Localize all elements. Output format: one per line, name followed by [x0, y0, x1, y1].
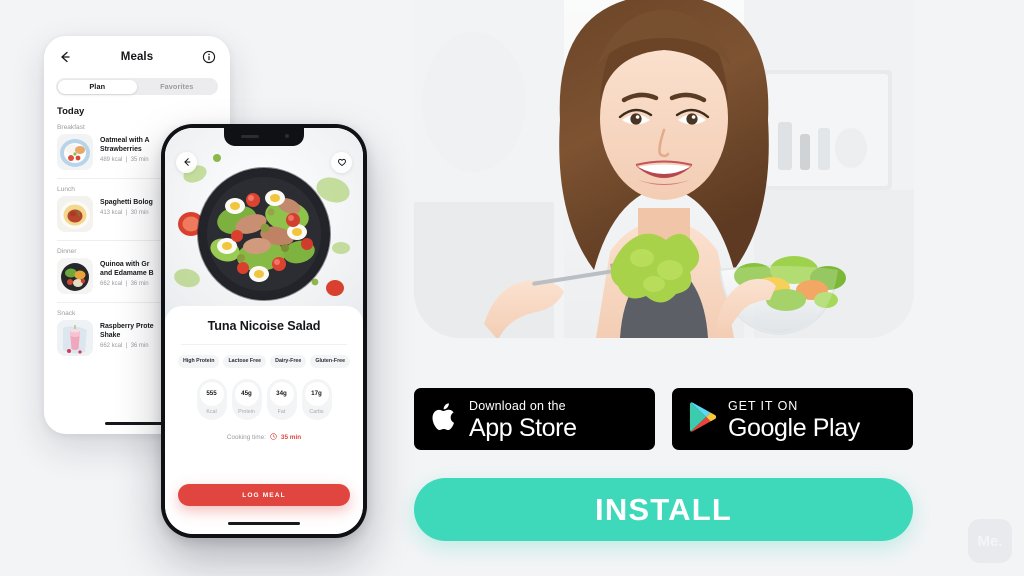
meal-thumbnail [57, 258, 93, 294]
meal-name-line2: Shake [100, 332, 121, 340]
meal-name-line1: Oatmeal with A [100, 137, 150, 144]
diet-tag: Lactose Free [223, 355, 267, 368]
nutrition-value: 17g [304, 381, 329, 406]
tab-plan[interactable]: Plan [57, 79, 137, 94]
favorite-button[interactable] [331, 152, 352, 173]
nutrition-value: 555 [199, 381, 224, 406]
meal-kcal: 662 kcal [100, 343, 123, 350]
install-button[interactable]: INSTALL [414, 478, 913, 541]
phone-notch [224, 128, 304, 146]
meals-header: Meals [44, 36, 230, 70]
plan-favorites-tabs: Plan Favorites [56, 78, 218, 95]
badge-line1: GET IT ON [728, 398, 799, 413]
meal-thumbnail [57, 196, 93, 232]
meal-thumbnail [57, 134, 93, 170]
badge-line2: Google Play [728, 413, 860, 442]
google-play-badge[interactable]: GET IT ON Google Play [672, 388, 913, 450]
meal-time: 30 min [130, 210, 149, 217]
day-label: Today [57, 106, 85, 117]
nutrition-value: 45g [234, 381, 259, 406]
badge-line2: App Store [469, 413, 577, 442]
meal-meta: 662 kcal | 36 min [100, 343, 149, 350]
google-play-icon [689, 401, 717, 438]
meal-kcal: 662 kcal [100, 281, 123, 288]
google-play-badge-text: GET IT ON Google Play [728, 397, 860, 442]
brand-watermark: Me. [968, 519, 1012, 563]
recipe-detail-card: Tuna Nicoise Salad High Protein Lactose … [165, 306, 363, 534]
meal-time: 36 min [130, 343, 149, 350]
recipe-screen: Tuna Nicoise Salad High Protein Lactose … [165, 128, 363, 534]
clock-icon [270, 432, 277, 442]
meal-kcal: 489 kcal [100, 157, 123, 164]
back-button[interactable] [176, 152, 197, 173]
diet-tag: Dairy-Free [270, 355, 307, 368]
home-indicator [228, 521, 300, 525]
meal-name-line1: Quinoa with Gr [100, 261, 150, 268]
apple-icon [431, 400, 458, 438]
meal-name-line2: and Edamame B [100, 270, 154, 278]
nutrition-label: Carbs [309, 408, 324, 415]
nutrition-label: Protein [238, 408, 255, 415]
meal-kcal: 413 kcal [100, 210, 123, 217]
hero-photo [414, 0, 914, 338]
app-store-badge[interactable]: Download on the App Store [414, 388, 655, 450]
poster-canvas: Meals Plan Favorites Today Breakfast Oat… [0, 0, 1024, 576]
tab-favorites[interactable]: Favorites [137, 80, 217, 94]
diet-tag-list: High Protein Lactose Free Dairy-Free Glu… [177, 355, 351, 368]
recipe-phone: Tuna Nicoise Salad High Protein Lactose … [161, 124, 367, 538]
cooking-time-row: Cooking time: 35 min [177, 432, 351, 442]
heart-icon [337, 154, 347, 172]
nutrition-list: 555 Kcal 45g Protein 34g Fat 17g Carbs [177, 378, 351, 420]
meal-meta: 662 kcal | 36 min [100, 281, 149, 288]
nutrition-label: Kcal [206, 408, 217, 415]
log-meal-button[interactable]: LOG MEAL [178, 484, 350, 506]
meal-text: Raspberry Prote Shake 662 kcal | 36 min [100, 320, 154, 349]
meal-text: Quinoa with Gr and Edamame B 662 kcal | … [100, 258, 154, 287]
info-icon[interactable] [202, 50, 216, 64]
meal-time: 35 min [130, 157, 149, 164]
nutrition-item-kcal: 555 Kcal [196, 378, 227, 420]
nutrition-item-protein: 45g Protein [231, 378, 262, 420]
meal-name-line2: Strawberries [100, 146, 142, 154]
divider [181, 344, 347, 345]
back-arrow-icon [182, 154, 192, 172]
nutrition-item-carbs: 17g Carbs [301, 378, 332, 420]
meal-name-line1: Raspberry Prote [100, 323, 154, 330]
nutrition-value: 34g [269, 381, 294, 406]
meal-time: 36 min [130, 281, 149, 288]
page-title: Meals [120, 51, 154, 63]
nutrition-item-fat: 34g Fat [266, 378, 297, 420]
cooking-time-label: Cooking time: [226, 433, 266, 441]
cooking-time-value: 35 min [280, 433, 302, 441]
woman-eating-salad-illustration [414, 0, 914, 338]
meal-name-line1: Spaghetti Bolog [100, 199, 153, 206]
home-indicator [105, 422, 169, 425]
diet-tag: High Protein [177, 355, 220, 368]
diet-tag: Gluten-Free [310, 355, 351, 368]
dish-title: Tuna Nicoise Salad [207, 319, 321, 333]
meal-text: Oatmeal with A Strawberries 489 kcal | 3… [100, 134, 150, 163]
app-store-badge-text: Download on the App Store [469, 397, 577, 442]
meal-text: Spaghetti Bolog 413 kcal | 30 min [100, 196, 153, 216]
meal-meta: 489 kcal | 35 min [100, 157, 149, 164]
badge-line1: Download on the [469, 398, 566, 413]
nutrition-label: Fat [277, 408, 286, 415]
back-arrow-icon[interactable] [58, 50, 72, 64]
meal-thumbnail [57, 320, 93, 356]
meal-meta: 413 kcal | 30 min [100, 210, 149, 217]
